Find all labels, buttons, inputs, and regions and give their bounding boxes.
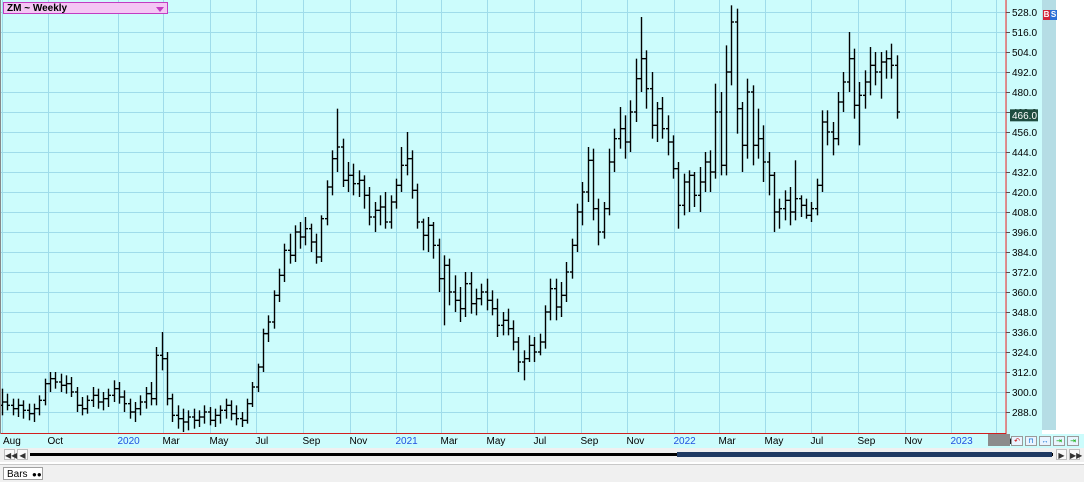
y-tick-label: 456.0 [1012, 128, 1037, 139]
y-tick-label: 324.0 [1012, 348, 1037, 359]
chart-navigation: ◀◀ ◀ ▶ ▶▶ [0, 448, 1084, 462]
y-tick-label: 348.0 [1012, 308, 1037, 319]
x-tick-label: Nov [905, 436, 923, 447]
x-tick-label: 2020 [118, 436, 141, 447]
x-tick-label: 2021 [396, 436, 419, 447]
x-tick-label: 2023 [951, 436, 974, 447]
chart-type-label: Bars [7, 469, 28, 480]
x-tick-label: May [765, 436, 784, 447]
scroll-end-icon[interactable]: ⇥ [1067, 436, 1079, 446]
x-tick-label: Mar [719, 436, 737, 447]
x-tick-label: Nov [350, 436, 368, 447]
y-tick-label: 384.0 [1012, 248, 1037, 259]
x-tick-label: May [487, 436, 506, 447]
y-tick-label: 420.0 [1012, 188, 1037, 199]
y-tick-label: 492.0 [1012, 68, 1037, 79]
prev-icon[interactable]: ◀ [17, 449, 28, 460]
y-tick-label: 372.0 [1012, 268, 1037, 279]
crosshair-icon[interactable]: ⊓ [1025, 436, 1037, 446]
buy-sell-badge[interactable]: B S [1043, 10, 1057, 20]
buy-badge[interactable]: B [1043, 10, 1050, 20]
link-icon: ●● [32, 470, 42, 479]
first-icon[interactable]: ◀◀ [4, 449, 17, 460]
symbol-label: ZM ~ Weekly [7, 3, 68, 14]
chevron-down-icon[interactable] [156, 7, 164, 12]
price-chart: 528.0516.0504.0492.0480.0468.0456.0444.0… [0, 0, 1084, 448]
x-tick-label: Oct [48, 436, 64, 447]
y-tick-label: 336.0 [1012, 328, 1037, 339]
y-tick-label: 288.0 [1012, 408, 1037, 419]
status-bar: Bars ●● [0, 464, 1084, 482]
last-price-marker: 466.0 [1010, 109, 1038, 122]
y-tick-label: 480.0 [1012, 88, 1037, 99]
compress-icon[interactable]: ↔ [1039, 436, 1051, 446]
x-tick-label: Aug [3, 436, 21, 447]
x-tick-label: Nov [627, 436, 645, 447]
y-tick-label: 300.0 [1012, 388, 1037, 399]
scrollbar-thumb[interactable] [677, 452, 1052, 457]
undo-zoom-icon[interactable]: ↶ [1011, 436, 1023, 446]
next-icon[interactable]: ▶ [1056, 449, 1067, 460]
x-tick-label: Jul [256, 436, 269, 447]
symbol-selector[interactable]: ZM ~ Weekly [3, 2, 168, 14]
sell-badge[interactable]: S [1050, 10, 1057, 20]
x-tick-label: Sep [303, 436, 321, 447]
time-axis-end-block [988, 434, 1010, 446]
x-tick-label: Jul [534, 436, 547, 447]
y-tick-label: 396.0 [1012, 228, 1037, 239]
x-tick-label: May [210, 436, 229, 447]
y-tick-label: 432.0 [1012, 168, 1037, 179]
x-tick-label: Mar [441, 436, 459, 447]
expand-icon[interactable]: ⇥ [1053, 436, 1065, 446]
y-tick-label: 360.0 [1012, 288, 1037, 299]
x-tick-label: Sep [581, 436, 599, 447]
x-tick-label: Jul [811, 436, 824, 447]
y-tick-label: 516.0 [1012, 28, 1037, 39]
y-tick-label: 504.0 [1012, 48, 1037, 59]
y-tick-label: 444.0 [1012, 148, 1037, 159]
y-tick-label: 408.0 [1012, 208, 1037, 219]
last-icon[interactable]: ▶▶ [1069, 449, 1082, 460]
y-tick-label: 528.0 [1012, 8, 1037, 19]
right-margin-strip [1042, 0, 1056, 430]
x-tick-label: Mar [163, 436, 181, 447]
right-margin-outer [1056, 0, 1084, 434]
last-price-label: 466.0 [1012, 111, 1037, 122]
x-tick-label: 2022 [674, 436, 697, 447]
x-tick-label: Sep [858, 436, 876, 447]
y-tick-label: 312.0 [1012, 368, 1037, 379]
chart-type-selector[interactable]: Bars ●● [3, 467, 43, 480]
